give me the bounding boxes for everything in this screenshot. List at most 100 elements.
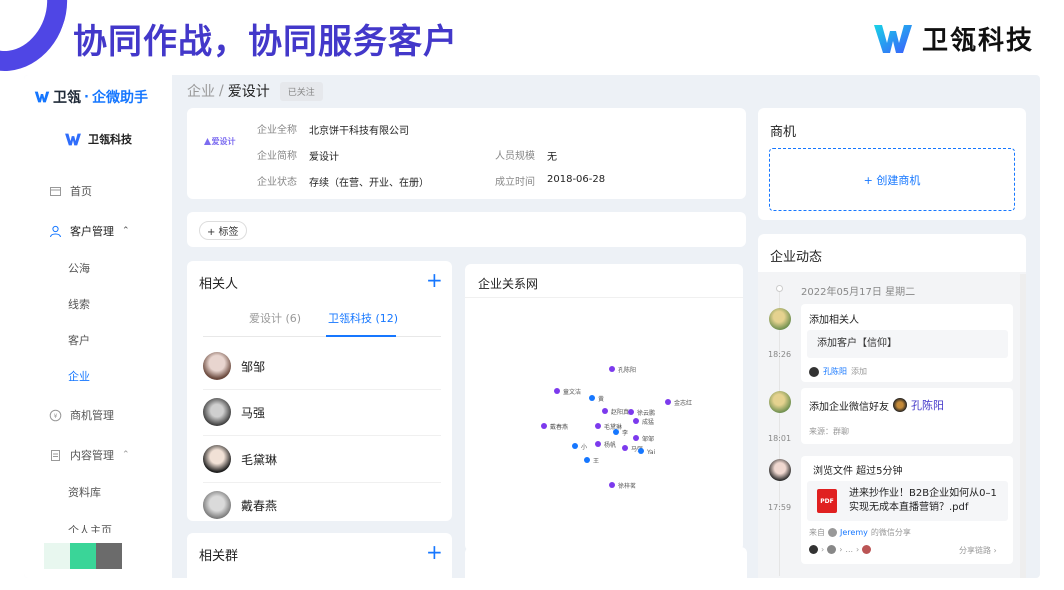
file-title-line1: 进来抄作业！B2B企业如何从0–1 xyxy=(849,488,997,499)
contact-item[interactable]: 毛黛琳 xyxy=(203,445,277,473)
graph-node-label: 王 xyxy=(593,458,599,465)
avatar xyxy=(769,391,791,413)
feed-actor-link[interactable]: 孔陈阳 xyxy=(823,366,847,377)
avatar xyxy=(828,528,837,537)
share-chain-link-label: 分享链路 xyxy=(959,546,991,555)
product-logo-icon xyxy=(34,91,50,103)
avatar xyxy=(203,398,231,426)
graph-node[interactable] xyxy=(622,445,628,451)
avatar xyxy=(769,459,791,481)
contact-item[interactable]: 邹邹 xyxy=(203,352,265,380)
sidebar-subitem-company[interactable]: 企业 xyxy=(24,359,172,395)
avatar xyxy=(809,545,818,554)
groups-card: 相关群 + xyxy=(187,533,452,578)
org-switcher[interactable]: 卫瓴科技 xyxy=(24,131,172,147)
feed-item-source: 来源：群聊 xyxy=(809,427,849,436)
avatar xyxy=(893,398,907,412)
org-logo-icon xyxy=(65,133,81,145)
tags-card: + 标签 xyxy=(187,212,746,247)
sidebar-subitem-library[interactable]: 资料库 xyxy=(24,475,172,511)
full-name-value: 北京饼干科技有限公司 xyxy=(309,126,409,137)
add-group-button[interactable]: + xyxy=(426,542,443,562)
graph-node-label: 赵阳真 xyxy=(611,408,629,416)
graph-node-label: 徐云鹏 xyxy=(637,409,655,417)
arrow-right-icon: › xyxy=(856,545,860,554)
relationship-graph[interactable]: 孔陈阳童文洁黄赵阳真 徐云鹏金志红戴春燕 毛黛琳成猛李邹邹小 杨帆马强 Yai王徐梓茗 xyxy=(465,264,743,551)
graph-node[interactable] xyxy=(665,399,671,405)
add-tag-button[interactable]: + 标签 xyxy=(199,221,247,240)
contact-item[interactable]: 戴春燕 xyxy=(203,491,277,519)
feed-target-link[interactable]: 孔陈阳 xyxy=(911,397,944,413)
short-name-value: 爱设计 xyxy=(309,152,339,163)
file-preview[interactable]: PDF 进来抄作业！B2B企业如何从0–1 实现无成本直播营销？.pdf xyxy=(807,481,1008,521)
arrow-right-icon: › xyxy=(839,545,843,554)
feed-item[interactable]: 浏览文件 超过5分钟 PDF 进来抄作业！B2B企业如何从0–1 实现无成本直播… xyxy=(801,456,1013,564)
graph-node[interactable] xyxy=(541,423,547,429)
breadcrumb-current: 爱设计 xyxy=(227,84,270,100)
feed-item[interactable]: 添加企业微信好友 孔陈阳 来源：群聊 xyxy=(801,388,1013,444)
feed-from-prefix: 来自 xyxy=(809,528,825,537)
pdf-file-icon: PDF xyxy=(817,489,837,513)
svg-text:¥: ¥ xyxy=(54,413,58,420)
graph-node[interactable] xyxy=(595,441,601,447)
sidebar-item-label: 首页 xyxy=(70,185,92,198)
tab-our-contacts[interactable]: 卫瓴科技 (12) xyxy=(328,310,398,326)
sidebar-subitem-leads[interactable]: 线索 xyxy=(24,287,172,323)
graph-node-label: 成猛 xyxy=(642,418,654,426)
sidebar-item-customer[interactable]: 客户管理 ⌃ xyxy=(24,211,172,251)
org-name: 卫瓴科技 xyxy=(88,133,132,146)
sidebar-item-opportunity[interactable]: ¥ 商机管理 xyxy=(24,395,172,435)
feed-item[interactable]: 添加相关人 添加客户【信仰】 孔陈阳 添加 xyxy=(801,304,1013,382)
follow-status-badge[interactable]: 已关注 xyxy=(279,81,323,101)
share-chain-link[interactable]: 分享链路 › xyxy=(959,545,997,556)
brand-w-icon xyxy=(873,24,912,53)
chevron-up-icon: ⌃ xyxy=(122,450,130,460)
breadcrumb-separator: / xyxy=(219,83,224,99)
graph-node[interactable] xyxy=(638,448,644,454)
contact-name: 邹邹 xyxy=(241,359,266,374)
company-logo-text: 爱设计 xyxy=(211,136,236,146)
graph-node-label: 黄 xyxy=(598,395,604,403)
sidebar-item-home[interactable]: 首页 xyxy=(24,171,172,211)
graph-node[interactable] xyxy=(595,423,601,429)
product-name-prefix: 卫瓴 xyxy=(53,90,81,106)
feed-item-meta: 孔陈阳 添加 xyxy=(809,366,867,377)
graph-node-label: 李 xyxy=(622,429,628,437)
feed-item-title: 添加相关人 xyxy=(809,315,859,326)
graph-node-label: 小 xyxy=(581,443,587,451)
feed-from-user-link[interactable]: Jeremy xyxy=(840,528,868,537)
breadcrumb-parent[interactable]: 企业 xyxy=(187,81,215,101)
graph-node[interactable] xyxy=(584,457,590,463)
graph-node[interactable] xyxy=(613,429,619,435)
contact-item[interactable]: 马强 xyxy=(203,398,265,426)
sidebar-subitem-homepage[interactable]: 个人主页 xyxy=(24,511,172,533)
graph-node[interactable] xyxy=(609,482,615,488)
sidebar: 卫瓴 · 企微助手 卫瓴科技 首页 客户管理 ⌃ 公海 线索 客户 企业 ¥ 商… xyxy=(24,75,172,578)
sidebar-subitem-customer[interactable]: 客户 xyxy=(24,323,172,359)
graph-node[interactable] xyxy=(572,443,578,449)
decorative-block xyxy=(70,543,96,569)
graph-node[interactable] xyxy=(602,408,608,414)
create-opportunity-button[interactable]: + 创建商机 xyxy=(769,148,1015,211)
graph-node[interactable] xyxy=(633,418,639,424)
timeline-dot xyxy=(776,285,783,292)
avatar xyxy=(769,308,791,330)
graph-node[interactable] xyxy=(633,435,639,441)
contact-divider xyxy=(203,435,441,436)
sidebar-subitem-public[interactable]: 公海 xyxy=(24,251,172,287)
graph-node-label: 邹邹 xyxy=(642,435,654,443)
add-contact-button[interactable]: + xyxy=(426,270,443,290)
feed-from-suffix: 的微信分享 xyxy=(870,528,911,537)
feed-item-title: 浏览文件 超过5分钟 xyxy=(813,466,903,477)
feed-item-time: 18:01 xyxy=(768,434,792,443)
graph-node[interactable] xyxy=(554,388,560,394)
chevron-right-icon: › xyxy=(993,546,997,555)
file-title-line2: 实现无成本直播营销？.pdf xyxy=(849,502,969,513)
sidebar-item-content[interactable]: 内容管理 ⌃ xyxy=(24,435,172,475)
graph-node[interactable] xyxy=(589,395,595,401)
graph-node[interactable] xyxy=(609,366,615,372)
groups-title: 相关群 xyxy=(199,549,239,564)
tab-their-contacts[interactable]: 爱设计 (6) xyxy=(249,310,301,326)
feed-scrollbar[interactable] xyxy=(1020,274,1026,578)
graph-node[interactable] xyxy=(628,409,634,415)
